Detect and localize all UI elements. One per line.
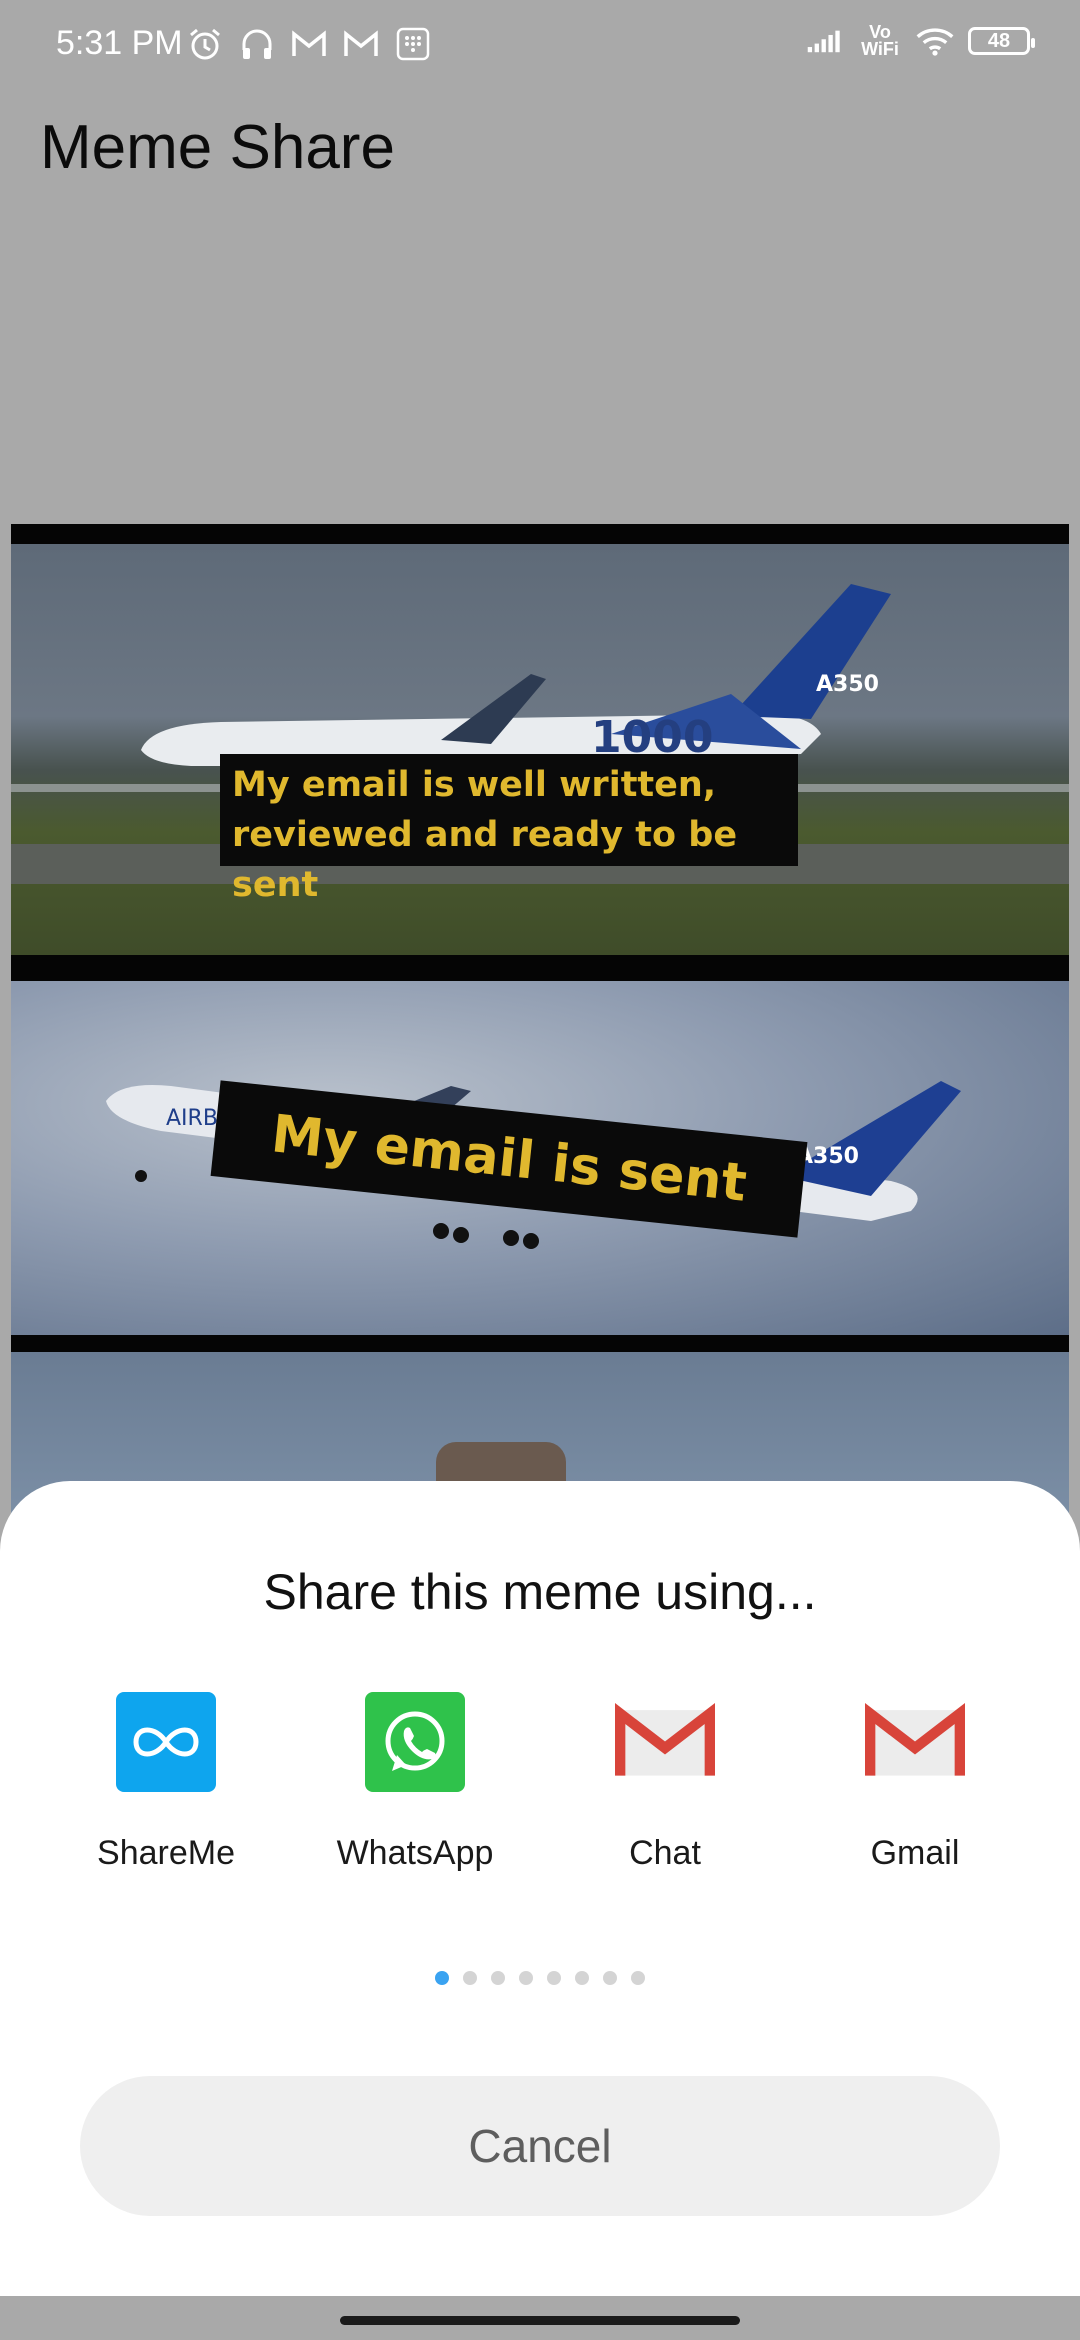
- page-dot[interactable]: [491, 1971, 505, 1985]
- share-app-gmail[interactable]: Gmail: [815, 1692, 1015, 1873]
- cancel-button[interactable]: Cancel: [80, 2076, 1000, 2216]
- navigation-bar: [0, 2296, 1080, 2340]
- battery-indicator: 48: [968, 27, 1035, 55]
- gmail-icon: [615, 1692, 715, 1792]
- share-app-label: Gmail: [870, 1834, 960, 1872]
- page-dot[interactable]: [603, 1971, 617, 1985]
- meme-image: A350 1000 My email is well written, revi…: [11, 524, 1069, 1564]
- dialpad-icon: [394, 25, 432, 63]
- page-dot[interactable]: [519, 1971, 533, 1985]
- whatsapp-icon: [365, 1692, 465, 1792]
- page-dot[interactable]: [575, 1971, 589, 1985]
- system-icons: Vo WiFi 48: [806, 22, 1035, 60]
- home-gesture-handle[interactable]: [340, 2316, 740, 2325]
- headphones-icon: [238, 25, 276, 63]
- share-app-whatsapp[interactable]: WhatsApp: [315, 1692, 515, 1873]
- status-bar: 5:31 PM Vo WiFi 48: [0, 0, 1080, 95]
- share-sheet-title: Share this meme using...: [263, 1564, 817, 1620]
- meme-panel-middle: A350 AIRB My email is sent: [11, 981, 1069, 1335]
- status-time: 5:31 PM: [56, 24, 183, 62]
- notification-icons: [186, 25, 432, 63]
- vowifi-label: Vo WiFi: [861, 22, 899, 59]
- gmail-notification-icon: [342, 25, 380, 63]
- share-app-shareme[interactable]: ShareMe: [66, 1692, 266, 1873]
- gmail-icon: [865, 1692, 965, 1792]
- gmail-notification-icon: [290, 25, 328, 63]
- wifi-icon: [916, 22, 954, 60]
- page-dot-active[interactable]: [435, 1971, 449, 1985]
- share-sheet: Share this meme using... ShareMe WhatsAp…: [0, 1481, 1080, 2296]
- page-dot[interactable]: [547, 1971, 561, 1985]
- share-app-label: WhatsApp: [336, 1834, 494, 1872]
- page-dot[interactable]: [631, 1971, 645, 1985]
- alarm-icon: [186, 25, 224, 63]
- signal-icon: [806, 22, 844, 60]
- fuselage-text-middle: AIRB: [166, 1106, 218, 1131]
- share-app-label: ShareMe: [97, 1834, 235, 1872]
- page-indicator: [0, 1971, 1080, 1985]
- shareme-icon: [116, 1692, 216, 1792]
- app-title: Meme Share: [40, 113, 395, 182]
- share-app-label: Chat: [629, 1834, 701, 1872]
- meme-panel-top: A350 1000 My email is well written, revi…: [11, 544, 1069, 955]
- page-dot[interactable]: [463, 1971, 477, 1985]
- tail-text-top: A350: [816, 672, 879, 697]
- meme-caption-top: My email is well written, reviewed and r…: [220, 754, 798, 905]
- share-app-chat[interactable]: Chat: [565, 1692, 765, 1873]
